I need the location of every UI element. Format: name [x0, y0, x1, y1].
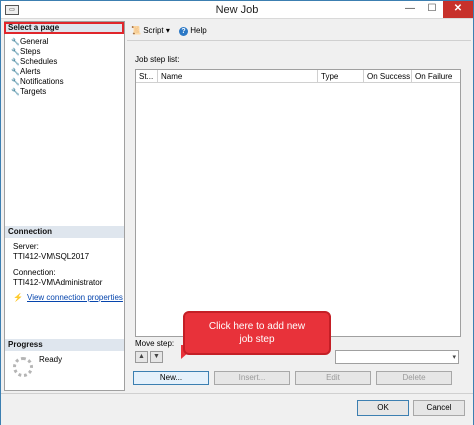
steps-highlight-box: [4, 22, 124, 34]
start-step-select[interactable]: ▾: [335, 350, 459, 364]
progress-header: Progress: [5, 339, 124, 351]
script-button[interactable]: 📜 Script ▾: [131, 26, 170, 36]
progress-status: Ready: [39, 355, 63, 364]
new-job-window: ▭ New Job — ☐ ✕ Select a page 🔧General 🔧…: [0, 0, 474, 425]
move-up-button[interactable]: ▲: [135, 351, 148, 363]
nav-label: Steps: [20, 47, 41, 56]
view-connection-properties-link[interactable]: ⚡ View connection properties: [13, 293, 123, 302]
ok-button[interactable]: OK: [357, 400, 409, 416]
toolbar: 📜 Script ▾ ? Help: [127, 21, 471, 41]
new-step-button[interactable]: New...: [133, 371, 209, 385]
job-step-grid[interactable]: St... Name Type On Success On Failure: [135, 69, 461, 337]
help-button[interactable]: ? Help: [179, 26, 207, 36]
minimize-button[interactable]: —: [399, 1, 421, 18]
chevron-down-icon: ▾: [165, 26, 170, 35]
nav-item-notifications[interactable]: 🔧Notifications: [11, 77, 121, 87]
column-header-name[interactable]: Name: [158, 70, 318, 83]
title-bar: ▭ New Job — ☐ ✕: [1, 1, 473, 19]
move-step-label: Move step:: [135, 339, 175, 348]
move-down-button[interactable]: ▼: [150, 351, 163, 363]
job-step-list-label: Job step list:: [135, 55, 180, 64]
callout-line-2: job step: [239, 334, 275, 345]
delete-step-button[interactable]: Delete: [376, 371, 452, 385]
insert-step-button[interactable]: Insert...: [214, 371, 290, 385]
connection-label: Connection:: [13, 268, 56, 277]
connection-value: TTI412-VM\Administrator: [13, 278, 103, 287]
column-header-on-failure[interactable]: On Failure: [412, 70, 460, 83]
plug-icon: ⚡: [13, 293, 23, 302]
nav-item-steps[interactable]: 🔧Steps: [11, 47, 121, 57]
server-label: Server:: [13, 242, 39, 251]
wrench-icon: 🔧: [11, 89, 20, 96]
help-icon: ?: [179, 27, 188, 36]
progress-spinner-icon: [13, 357, 33, 377]
left-pane: Select a page 🔧General 🔧Steps 🔧Schedules…: [4, 21, 125, 391]
cancel-button[interactable]: Cancel: [413, 400, 465, 416]
annotation-callout: Click here to add new job step: [183, 311, 331, 355]
callout-line-1: Click here to add new: [208, 321, 306, 332]
nav-item-schedules[interactable]: 🔧Schedules: [11, 57, 121, 67]
connection-header: Connection: [5, 226, 124, 238]
nav-item-general[interactable]: 🔧General: [11, 37, 121, 47]
column-header-step[interactable]: St...: [136, 70, 158, 83]
nav-label: General: [20, 37, 49, 46]
close-button[interactable]: ✕: [443, 1, 473, 18]
script-icon: 📜: [131, 26, 141, 35]
edit-step-button[interactable]: Edit: [295, 371, 371, 385]
column-header-on-success[interactable]: On Success: [364, 70, 412, 83]
chevron-down-icon: ▾: [452, 354, 456, 361]
grid-header: St... Name Type On Success On Failure: [136, 70, 460, 83]
server-value: TTI412-VM\SQL2017: [13, 252, 90, 261]
nav-label: Notifications: [20, 77, 64, 86]
help-label: Help: [190, 26, 207, 35]
nav-label: Schedules: [20, 57, 58, 66]
nav-item-alerts[interactable]: 🔧Alerts: [11, 67, 121, 77]
link-label: View connection properties: [27, 293, 123, 302]
nav-label: Alerts: [20, 67, 41, 76]
maximize-button[interactable]: ☐: [421, 1, 443, 18]
column-header-type[interactable]: Type: [318, 70, 364, 83]
script-label: Script: [143, 26, 164, 35]
nav-item-targets[interactable]: 🔧Targets: [11, 87, 121, 97]
nav-label: Targets: [20, 87, 47, 96]
